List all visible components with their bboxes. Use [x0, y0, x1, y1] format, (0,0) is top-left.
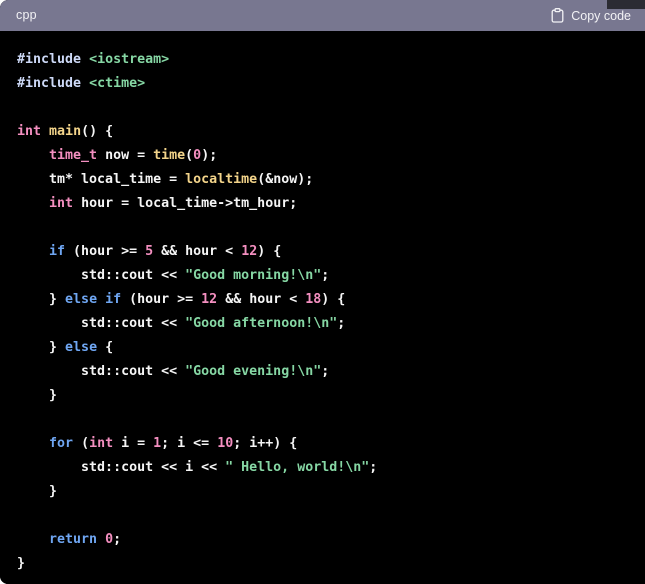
code-token: <iostream> [89, 52, 170, 67]
copy-code-button[interactable]: Copy code [551, 8, 633, 23]
code-line: int main() { [17, 124, 113, 139]
clipboard-icon [551, 8, 564, 23]
code-token: } [17, 340, 66, 355]
code-token: 0 [105, 532, 114, 547]
code-token: ) { [321, 292, 346, 307]
code-token: time [153, 148, 186, 163]
code-token: ; [337, 316, 346, 331]
code-token: " Hello, world!\n" [225, 460, 370, 475]
code-token: } [17, 292, 66, 307]
code-token: ; [321, 268, 330, 283]
code-token: && hour < [153, 244, 242, 259]
code-language-label: cpp [16, 8, 37, 22]
code-line: if (hour >= 5 && hour < 12) { [17, 244, 281, 259]
code-token: ( [73, 436, 90, 451]
code-line: #include <ctime> [17, 76, 145, 91]
code-token: now = [97, 148, 154, 163]
code-token: ) { [257, 244, 282, 259]
code-token: <ctime> [89, 76, 146, 91]
code-token: ( [185, 148, 194, 163]
source-code: #include <iostream> #include <ctime> int… [17, 48, 645, 576]
code-line: } [17, 556, 25, 571]
code-line: } [17, 484, 57, 499]
code-token: std::cout << [17, 364, 186, 379]
code-token: int [49, 196, 74, 211]
code-token: (hour >= [65, 244, 146, 259]
code-token: ; [113, 532, 122, 547]
code-token: int [89, 436, 114, 451]
code-token: ); [201, 148, 218, 163]
code-token: 10 [217, 436, 234, 451]
code-token: hour = local_time->tm_hour; [73, 196, 298, 211]
code-token: () { [81, 124, 114, 139]
code-line: #include <iostream> [17, 52, 169, 67]
code-token: "Good afternoon!\n" [185, 316, 338, 331]
code-token: for [49, 436, 74, 451]
code-block-header: cpp Copy code [0, 0, 645, 31]
code-block: cpp Copy code #include <iostream> #inclu… [0, 0, 645, 584]
code-token: ; i++) { [233, 436, 298, 451]
code-token: "Good morning!\n" [185, 268, 322, 283]
code-token: 12 [241, 244, 258, 259]
code-token: { [97, 340, 114, 355]
code-token: std::cout << [17, 268, 186, 283]
code-token: 1 [153, 436, 162, 451]
code-line: tm* local_time = localtime(&now); [17, 172, 313, 187]
code-token: return [49, 532, 98, 547]
code-token: else [65, 340, 98, 355]
code-line: std::cout << i << " Hello, world!\n"; [17, 460, 377, 475]
code-line: time_t now = time(0); [17, 148, 217, 163]
code-token: ; i <= [161, 436, 218, 451]
code-token: ; [321, 364, 330, 379]
code-token: 18 [305, 292, 322, 307]
code-token: localtime [185, 172, 258, 187]
window-corner-notch [607, 0, 645, 9]
code-token: 5 [145, 244, 154, 259]
code-token: if [105, 292, 122, 307]
code-token: } [17, 556, 26, 571]
code-token: 12 [201, 292, 218, 307]
code-line: int hour = local_time->tm_hour; [17, 196, 297, 211]
code-token: int [17, 124, 42, 139]
code-token: else [65, 292, 98, 307]
code-token: (hour >= [121, 292, 202, 307]
code-token: std::cout << [17, 316, 186, 331]
code-token: std::cout << i << [17, 460, 226, 475]
code-line: std::cout << "Good evening!\n"; [17, 364, 329, 379]
code-line: } [17, 388, 57, 403]
code-token: i = [113, 436, 154, 451]
code-token: 0 [193, 148, 202, 163]
code-line: } else { [17, 340, 113, 355]
code-token: if [49, 244, 66, 259]
code-line: } else if (hour >= 12 && hour < 18) { [17, 292, 345, 307]
code-token: ; [369, 460, 378, 475]
code-token: && hour < [217, 292, 306, 307]
code-scroll-area[interactable]: #include <iostream> #include <ctime> int… [0, 31, 645, 584]
code-line: for (int i = 1; i <= 10; i++) { [17, 436, 297, 451]
code-line: return 0; [17, 532, 121, 547]
code-token: tm* local_time = [17, 172, 186, 187]
code-token: #include [17, 52, 82, 67]
code-token: } [17, 484, 58, 499]
code-token: (&now); [257, 172, 314, 187]
code-line: std::cout << "Good morning!\n"; [17, 268, 329, 283]
code-line: std::cout << "Good afternoon!\n"; [17, 316, 345, 331]
code-token: main [49, 124, 82, 139]
code-token: "Good evening!\n" [185, 364, 322, 379]
code-token: } [17, 388, 58, 403]
code-token: time_t [49, 148, 98, 163]
code-token: #include [17, 76, 82, 91]
copy-code-label: Copy code [571, 8, 631, 23]
